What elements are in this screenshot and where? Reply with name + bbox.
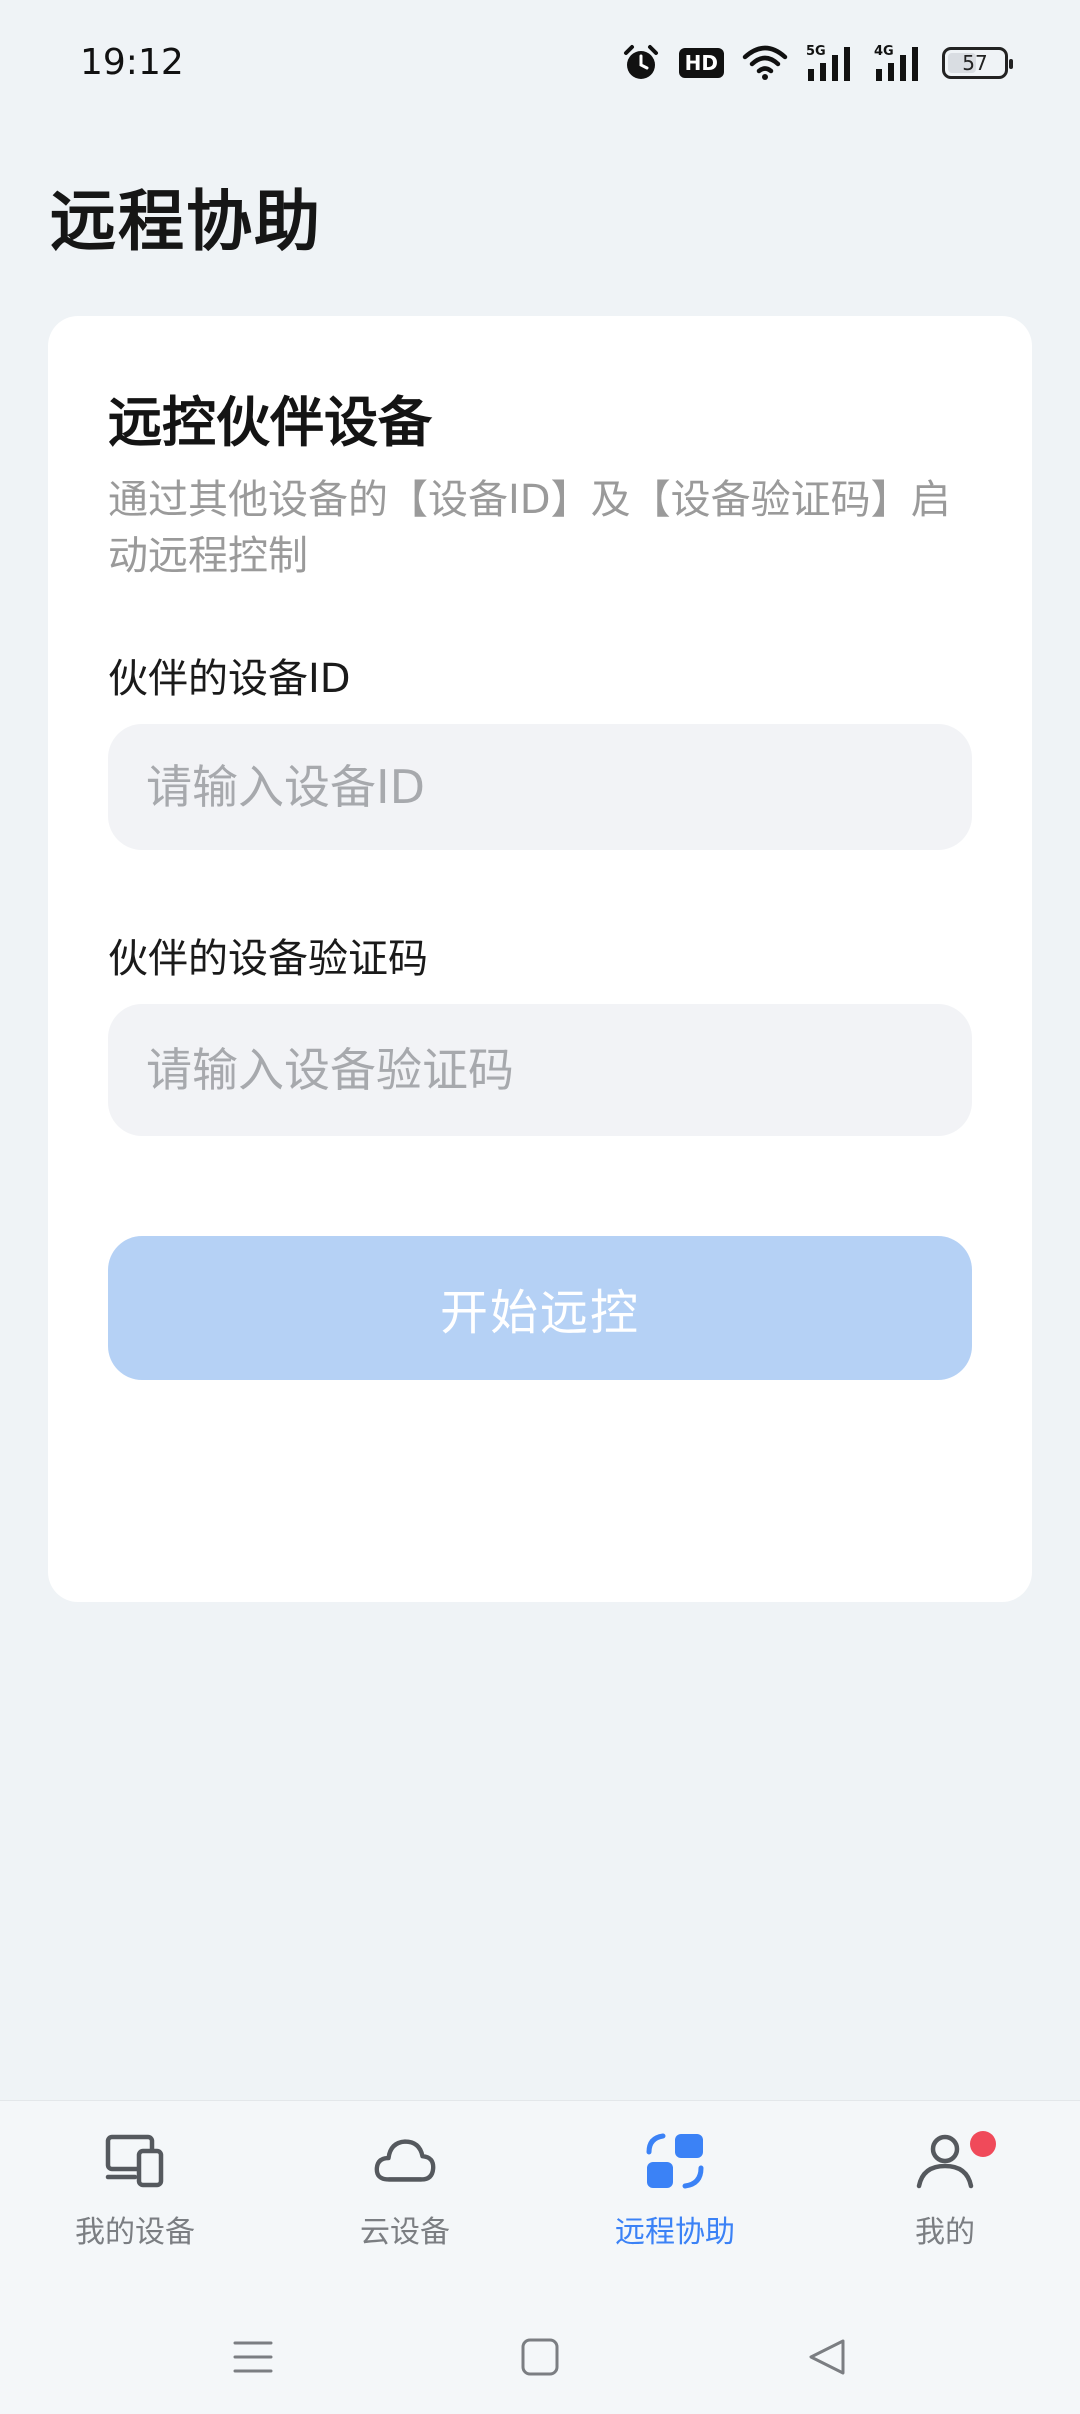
verification-code-label: 伙伴的设备验证码 xyxy=(108,936,428,982)
alarm-icon xyxy=(621,43,661,83)
signal-5g-icon: 5G xyxy=(806,43,856,83)
signal1-text: 5G xyxy=(806,44,826,59)
device-id-input[interactable] xyxy=(108,724,972,850)
back-icon[interactable] xyxy=(797,2327,857,2387)
nav-item-cloud-devices[interactable]: 云设备 xyxy=(270,2101,540,2281)
device-id-label: 伙伴的设备ID xyxy=(108,656,351,702)
status-time: 19:12 xyxy=(80,42,184,83)
nav-item-my-devices[interactable]: 我的设备 xyxy=(0,2101,270,2281)
remote-control-card: 远控伙伴设备 通过其他设备的【设备ID】及【设备验证码】启动远程控制 伙伴的设备… xyxy=(48,316,1032,1602)
home-icon[interactable] xyxy=(510,2327,570,2387)
battery-level: 57 xyxy=(962,51,988,75)
start-remote-button[interactable]: 开始远控 xyxy=(108,1236,972,1380)
card-title: 远控伙伴设备 xyxy=(108,391,432,454)
system-nav-bar xyxy=(0,2300,1080,2414)
nav-label-me: 我的 xyxy=(915,2215,975,2250)
status-icons: HD 5G 4G 57 xyxy=(621,40,1013,86)
wifi-icon xyxy=(742,45,788,81)
notification-badge xyxy=(970,2131,996,2157)
user-icon xyxy=(913,2129,977,2193)
nav-item-me[interactable]: 我的 xyxy=(810,2101,1080,2281)
signal-4g-icon: 4G xyxy=(874,43,924,83)
remote-assist-icon xyxy=(643,2129,707,2193)
status-bar: 19:12 HD 5G 4G 57 xyxy=(0,0,1080,130)
cloud-icon xyxy=(373,2129,437,2193)
nav-item-remote-assist[interactable]: 远程协助 xyxy=(540,2101,810,2281)
nav-label-cloud-devices: 云设备 xyxy=(360,2215,450,2250)
nav-label-remote-assist: 远程协助 xyxy=(615,2215,735,2250)
battery-icon: 57 xyxy=(942,47,1013,79)
bottom-nav: 我的设备 云设备 远程协助 我的 xyxy=(0,2100,1080,2300)
signal2-text: 4G xyxy=(874,44,894,59)
devices-icon xyxy=(103,2129,167,2193)
screen: 19:12 HD 5G 4G 57 远程协助 远控伙伴设备 通过其他设备的【设备… xyxy=(0,0,1080,2414)
page-title: 远程协助 xyxy=(50,183,322,260)
nav-label-my-devices: 我的设备 xyxy=(75,2215,195,2250)
verification-code-input[interactable] xyxy=(108,1004,972,1136)
hd-icon: HD xyxy=(678,48,724,78)
card-description: 通过其他设备的【设备ID】及【设备验证码】启动远程控制 xyxy=(108,477,951,579)
menu-icon[interactable] xyxy=(223,2327,283,2387)
